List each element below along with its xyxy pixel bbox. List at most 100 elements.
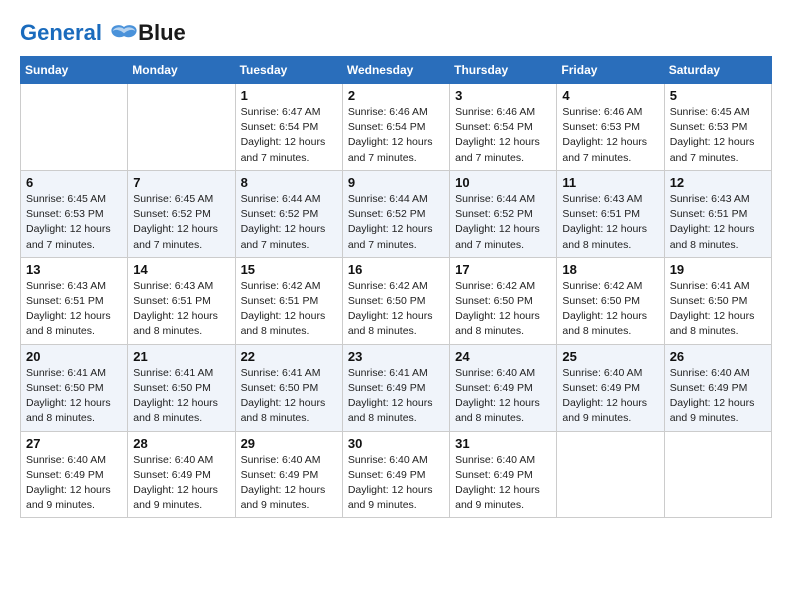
- day-number: 22: [241, 349, 337, 364]
- day-info: Sunrise: 6:40 AM Sunset: 6:49 PM Dayligh…: [562, 366, 658, 427]
- calendar-day: 2 Sunrise: 6:46 AM Sunset: 6:54 PM Daylig…: [342, 84, 449, 171]
- day-number: 18: [562, 262, 658, 277]
- day-header-monday: Monday: [128, 57, 235, 84]
- day-info: Sunrise: 6:40 AM Sunset: 6:49 PM Dayligh…: [455, 366, 551, 427]
- calendar-week-4: 20 Sunrise: 6:41 AM Sunset: 6:50 PM Dayli…: [21, 344, 772, 431]
- day-number: 2: [348, 88, 444, 103]
- day-info: Sunrise: 6:41 AM Sunset: 6:50 PM Dayligh…: [26, 366, 122, 427]
- day-number: 20: [26, 349, 122, 364]
- calendar-day: [21, 84, 128, 171]
- day-number: 21: [133, 349, 229, 364]
- logo: General Blue: [20, 20, 186, 46]
- day-info: Sunrise: 6:42 AM Sunset: 6:50 PM Dayligh…: [348, 279, 444, 340]
- day-number: 4: [562, 88, 658, 103]
- day-number: 1: [241, 88, 337, 103]
- day-header-thursday: Thursday: [450, 57, 557, 84]
- day-info: Sunrise: 6:42 AM Sunset: 6:50 PM Dayligh…: [562, 279, 658, 340]
- calendar-day: 4 Sunrise: 6:46 AM Sunset: 6:53 PM Daylig…: [557, 84, 664, 171]
- day-info: Sunrise: 6:40 AM Sunset: 6:49 PM Dayligh…: [455, 453, 551, 514]
- day-info: Sunrise: 6:44 AM Sunset: 6:52 PM Dayligh…: [348, 192, 444, 253]
- calendar-day: 3 Sunrise: 6:46 AM Sunset: 6:54 PM Daylig…: [450, 84, 557, 171]
- day-info: Sunrise: 6:45 AM Sunset: 6:53 PM Dayligh…: [26, 192, 122, 253]
- calendar-day: 17Sunrise: 6:42 AM Sunset: 6:50 PM Dayli…: [450, 257, 557, 344]
- calendar-day: 26 Sunrise: 6:40 AM Sunset: 6:49 PM Dayli…: [664, 344, 771, 431]
- calendar-day: 6 Sunrise: 6:45 AM Sunset: 6:53 PM Daylig…: [21, 170, 128, 257]
- calendar-day: 28 Sunrise: 6:40 AM Sunset: 6:49 PM Dayli…: [128, 431, 235, 518]
- day-info: Sunrise: 6:40 AM Sunset: 6:49 PM Dayligh…: [133, 453, 229, 514]
- day-header-wednesday: Wednesday: [342, 57, 449, 84]
- day-info: Sunrise: 6:42 AM Sunset: 6:50 PM Dayligh…: [455, 279, 551, 340]
- calendar-day: 31 Sunrise: 6:40 AM Sunset: 6:49 PM Dayli…: [450, 431, 557, 518]
- day-number: 12: [670, 175, 766, 190]
- day-number: 30: [348, 436, 444, 451]
- calendar-day: 12 Sunrise: 6:43 AM Sunset: 6:51 PM Dayli…: [664, 170, 771, 257]
- calendar-day: 23Sunrise: 6:41 AM Sunset: 6:49 PM Dayli…: [342, 344, 449, 431]
- calendar-day: 8 Sunrise: 6:44 AM Sunset: 6:52 PM Daylig…: [235, 170, 342, 257]
- calendar-week-5: 27 Sunrise: 6:40 AM Sunset: 6:49 PM Dayli…: [21, 431, 772, 518]
- calendar-table: SundayMondayTuesdayWednesdayThursdayFrid…: [20, 56, 772, 518]
- calendar-day: 21 Sunrise: 6:41 AM Sunset: 6:50 PM Dayli…: [128, 344, 235, 431]
- calendar-day: [128, 84, 235, 171]
- day-info: Sunrise: 6:41 AM Sunset: 6:49 PM Dayligh…: [348, 366, 444, 427]
- calendar-header-row: SundayMondayTuesdayWednesdayThursdayFrid…: [21, 57, 772, 84]
- calendar-day: 22 Sunrise: 6:41 AM Sunset: 6:50 PM Dayli…: [235, 344, 342, 431]
- day-info: Sunrise: 6:42 AM Sunset: 6:51 PM Dayligh…: [241, 279, 337, 340]
- day-number: 31: [455, 436, 551, 451]
- day-number: 15: [241, 262, 337, 277]
- calendar-week-1: 1Sunrise: 6:47 AM Sunset: 6:54 PM Daylig…: [21, 84, 772, 171]
- day-info: Sunrise: 6:46 AM Sunset: 6:53 PM Dayligh…: [562, 105, 658, 166]
- calendar-day: 1Sunrise: 6:47 AM Sunset: 6:54 PM Daylig…: [235, 84, 342, 171]
- page-header: General Blue: [20, 20, 772, 46]
- day-info: Sunrise: 6:43 AM Sunset: 6:51 PM Dayligh…: [26, 279, 122, 340]
- day-number: 13: [26, 262, 122, 277]
- calendar-day: 30 Sunrise: 6:40 AM Sunset: 6:49 PM Dayli…: [342, 431, 449, 518]
- day-header-sunday: Sunday: [21, 57, 128, 84]
- day-number: 3: [455, 88, 551, 103]
- calendar-day: 7Sunrise: 6:45 AM Sunset: 6:52 PM Daylig…: [128, 170, 235, 257]
- calendar-day: 13 Sunrise: 6:43 AM Sunset: 6:51 PM Dayli…: [21, 257, 128, 344]
- day-header-saturday: Saturday: [664, 57, 771, 84]
- day-number: 6: [26, 175, 122, 190]
- logo-text: General: [20, 21, 140, 45]
- day-number: 11: [562, 175, 658, 190]
- calendar-day: 19 Sunrise: 6:41 AM Sunset: 6:50 PM Dayli…: [664, 257, 771, 344]
- day-number: 7: [133, 175, 229, 190]
- day-number: 26: [670, 349, 766, 364]
- day-info: Sunrise: 6:46 AM Sunset: 6:54 PM Dayligh…: [455, 105, 551, 166]
- day-info: Sunrise: 6:43 AM Sunset: 6:51 PM Dayligh…: [670, 192, 766, 253]
- calendar-day: 14 Sunrise: 6:43 AM Sunset: 6:51 PM Dayli…: [128, 257, 235, 344]
- day-header-tuesday: Tuesday: [235, 57, 342, 84]
- calendar-day: 20 Sunrise: 6:41 AM Sunset: 6:50 PM Dayli…: [21, 344, 128, 431]
- day-info: Sunrise: 6:41 AM Sunset: 6:50 PM Dayligh…: [133, 366, 229, 427]
- day-number: 14: [133, 262, 229, 277]
- day-info: Sunrise: 6:43 AM Sunset: 6:51 PM Dayligh…: [133, 279, 229, 340]
- day-info: Sunrise: 6:44 AM Sunset: 6:52 PM Dayligh…: [455, 192, 551, 253]
- day-info: Sunrise: 6:41 AM Sunset: 6:50 PM Dayligh…: [241, 366, 337, 427]
- calendar-day: 10 Sunrise: 6:44 AM Sunset: 6:52 PM Dayli…: [450, 170, 557, 257]
- day-info: Sunrise: 6:43 AM Sunset: 6:51 PM Dayligh…: [562, 192, 658, 253]
- day-info: Sunrise: 6:40 AM Sunset: 6:49 PM Dayligh…: [348, 453, 444, 514]
- day-number: 27: [26, 436, 122, 451]
- day-info: Sunrise: 6:44 AM Sunset: 6:52 PM Dayligh…: [241, 192, 337, 253]
- day-info: Sunrise: 6:41 AM Sunset: 6:50 PM Dayligh…: [670, 279, 766, 340]
- day-number: 5: [670, 88, 766, 103]
- day-number: 24: [455, 349, 551, 364]
- day-number: 10: [455, 175, 551, 190]
- day-number: 9: [348, 175, 444, 190]
- day-header-friday: Friday: [557, 57, 664, 84]
- day-number: 28: [133, 436, 229, 451]
- day-info: Sunrise: 6:45 AM Sunset: 6:53 PM Dayligh…: [670, 105, 766, 166]
- day-info: Sunrise: 6:40 AM Sunset: 6:49 PM Dayligh…: [670, 366, 766, 427]
- day-number: 8: [241, 175, 337, 190]
- calendar-week-2: 6 Sunrise: 6:45 AM Sunset: 6:53 PM Daylig…: [21, 170, 772, 257]
- calendar-day: 5 Sunrise: 6:45 AM Sunset: 6:53 PM Daylig…: [664, 84, 771, 171]
- day-number: 25: [562, 349, 658, 364]
- calendar-day: 29Sunrise: 6:40 AM Sunset: 6:49 PM Dayli…: [235, 431, 342, 518]
- calendar-day: [557, 431, 664, 518]
- calendar-day: [664, 431, 771, 518]
- day-number: 19: [670, 262, 766, 277]
- day-info: Sunrise: 6:46 AM Sunset: 6:54 PM Dayligh…: [348, 105, 444, 166]
- logo-bird-icon: [110, 23, 138, 45]
- calendar-day: 16Sunrise: 6:42 AM Sunset: 6:50 PM Dayli…: [342, 257, 449, 344]
- calendar-week-3: 13 Sunrise: 6:43 AM Sunset: 6:51 PM Dayli…: [21, 257, 772, 344]
